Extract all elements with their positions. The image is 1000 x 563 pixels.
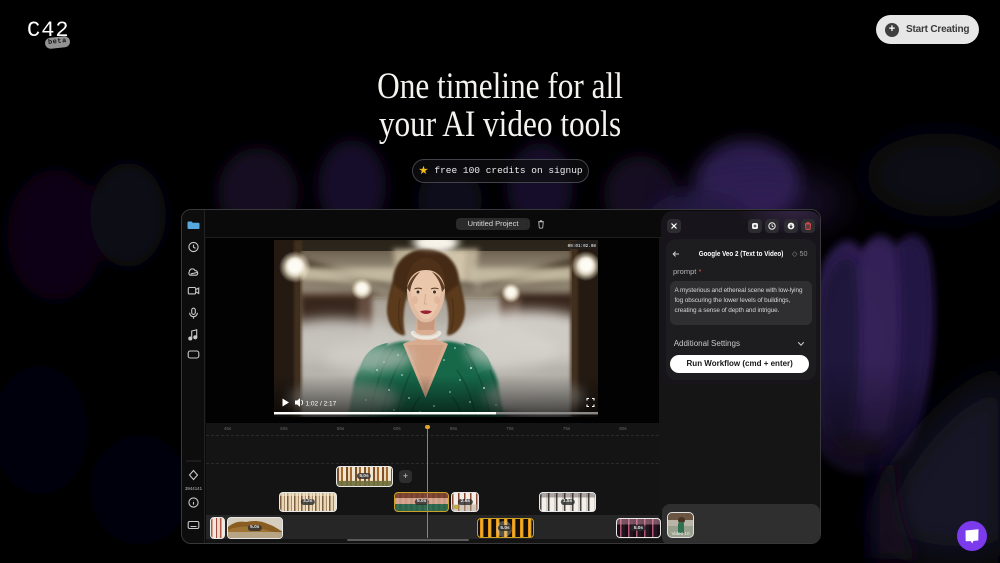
svg-text:1:02 / 2:17: 1:02 / 2:17 [306, 401, 337, 408]
svg-text:00:01:02.08: 00:01:02.08 [568, 244, 597, 249]
svg-text:3944141: 3944141 [185, 486, 203, 491]
